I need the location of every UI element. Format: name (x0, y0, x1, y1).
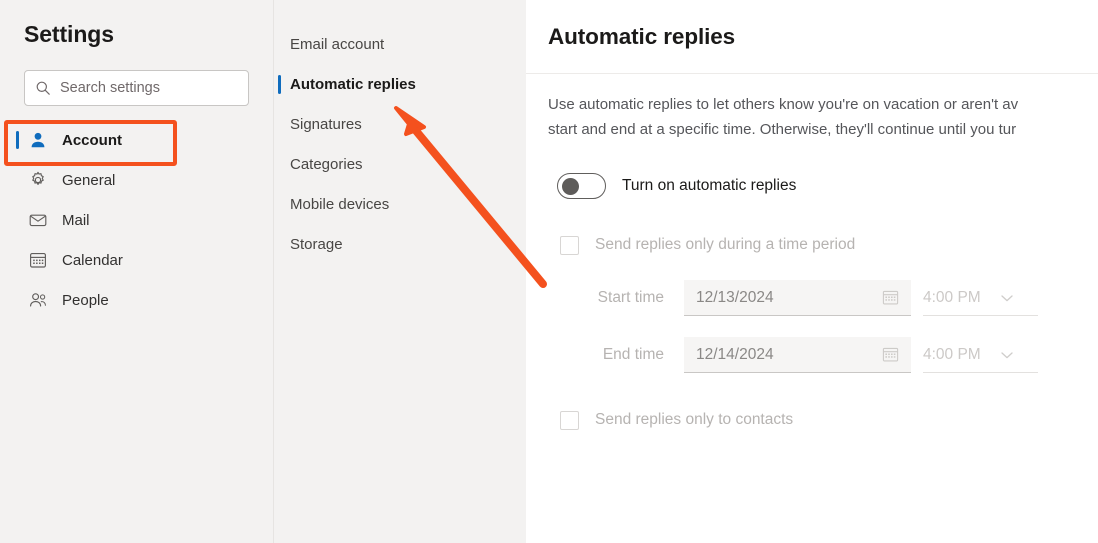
sidebar-item-label: Mail (62, 211, 90, 229)
settings-window: Settings Search settings Account General… (0, 0, 1098, 543)
sidebar-nav: Account General Mail Calendar People (0, 120, 274, 320)
contacts-checkbox-row[interactable]: Send replies only to contacts (526, 407, 1098, 433)
subnav-item-label: Signatures (290, 115, 362, 133)
subnav-item-label: Categories (290, 155, 363, 173)
chevron-down-icon[interactable] (999, 347, 1015, 363)
time-period-checkbox-row[interactable]: Send replies only during a time period (526, 232, 1098, 258)
sidebar-item-label: Calendar (62, 251, 123, 269)
end-date-value: 12/14/2024 (696, 345, 774, 363)
sidebar-item-label: General (62, 171, 116, 189)
toggle-label: Turn on automatic replies (622, 177, 797, 194)
calendar-icon (28, 250, 48, 270)
sidebar-item-label: Account (62, 131, 122, 149)
subnav-item-mobile-devices[interactable]: Mobile devices (274, 184, 526, 224)
start-time-field[interactable]: 4:00 PM (923, 280, 1038, 316)
sidebar-item-label: People (62, 291, 109, 309)
toggle-knob (562, 178, 579, 195)
active-indicator (278, 75, 281, 94)
sidebar-item-mail[interactable]: Mail (0, 200, 274, 240)
start-time-value: 4:00 PM (923, 288, 981, 306)
search-placeholder: Search settings (60, 79, 160, 96)
time-period-checkbox[interactable] (560, 235, 579, 255)
start-time-row: Start time 12/13/2024 4:00 PM (526, 280, 1098, 316)
end-time-field[interactable]: 4:00 PM (923, 337, 1038, 373)
start-date-value: 12/13/2024 (696, 288, 774, 306)
gear-icon (28, 170, 48, 190)
time-period-checkbox-label: Send replies only during a time period (595, 236, 856, 253)
people-icon (28, 290, 48, 310)
subnav-item-storage[interactable]: Storage (274, 224, 526, 264)
calendar-icon[interactable] (882, 346, 899, 363)
start-time-label: Start time (597, 289, 664, 306)
end-time-value: 4:00 PM (923, 345, 981, 363)
end-time-label: End time (602, 346, 664, 363)
subnav-item-signatures[interactable]: Signatures (274, 104, 526, 144)
search-icon (35, 80, 51, 96)
settings-sidebar: Settings Search settings Account General… (0, 0, 274, 543)
subnav-list: Email account Automatic replies Signatur… (274, 24, 526, 264)
sidebar-item-account[interactable]: Account (0, 120, 274, 160)
main-content: Automatic replies Use automatic replies … (526, 0, 1098, 543)
page-title: Settings (24, 21, 114, 47)
time-period-section: Send replies only during a time period S… (526, 232, 1098, 433)
end-time-row: End time 12/14/2024 4:00 PM (526, 337, 1098, 373)
contacts-checkbox[interactable] (560, 410, 579, 430)
subnav-item-label: Automatic replies (290, 75, 416, 93)
sidebar-item-calendar[interactable]: Calendar (0, 240, 274, 280)
active-indicator (16, 131, 19, 149)
subnav-item-automatic-replies[interactable]: Automatic replies (274, 64, 526, 104)
subnav-item-label: Storage (290, 235, 343, 253)
header-divider (526, 73, 1098, 74)
start-date-field[interactable]: 12/13/2024 (684, 280, 911, 316)
contacts-checkbox-label: Send replies only to contacts (595, 411, 794, 428)
description-text: Use automatic replies to let others know… (548, 96, 1019, 138)
calendar-icon[interactable] (882, 289, 899, 306)
automatic-replies-toggle-row: Turn on automatic replies (557, 173, 796, 199)
subnav-item-categories[interactable]: Categories (274, 144, 526, 184)
sidebar-item-general[interactable]: General (0, 160, 274, 200)
end-date-field[interactable]: 12/14/2024 (684, 337, 911, 373)
time-rows: Start time 12/13/2024 4:00 PM End time 1… (526, 280, 1098, 373)
main-heading: Automatic replies (548, 24, 736, 49)
sidebar-item-people[interactable]: People (0, 280, 274, 320)
chevron-down-icon[interactable] (999, 290, 1015, 306)
subnav-item-label: Email account (290, 35, 385, 53)
automatic-replies-toggle[interactable] (557, 173, 606, 199)
account-subnav: Email account Automatic replies Signatur… (274, 0, 526, 543)
subnav-item-email-account[interactable]: Email account (274, 24, 526, 64)
subnav-item-label: Mobile devices (290, 195, 390, 213)
envelope-icon (28, 210, 48, 230)
person-icon (28, 130, 48, 150)
search-input[interactable]: Search settings (24, 70, 249, 106)
